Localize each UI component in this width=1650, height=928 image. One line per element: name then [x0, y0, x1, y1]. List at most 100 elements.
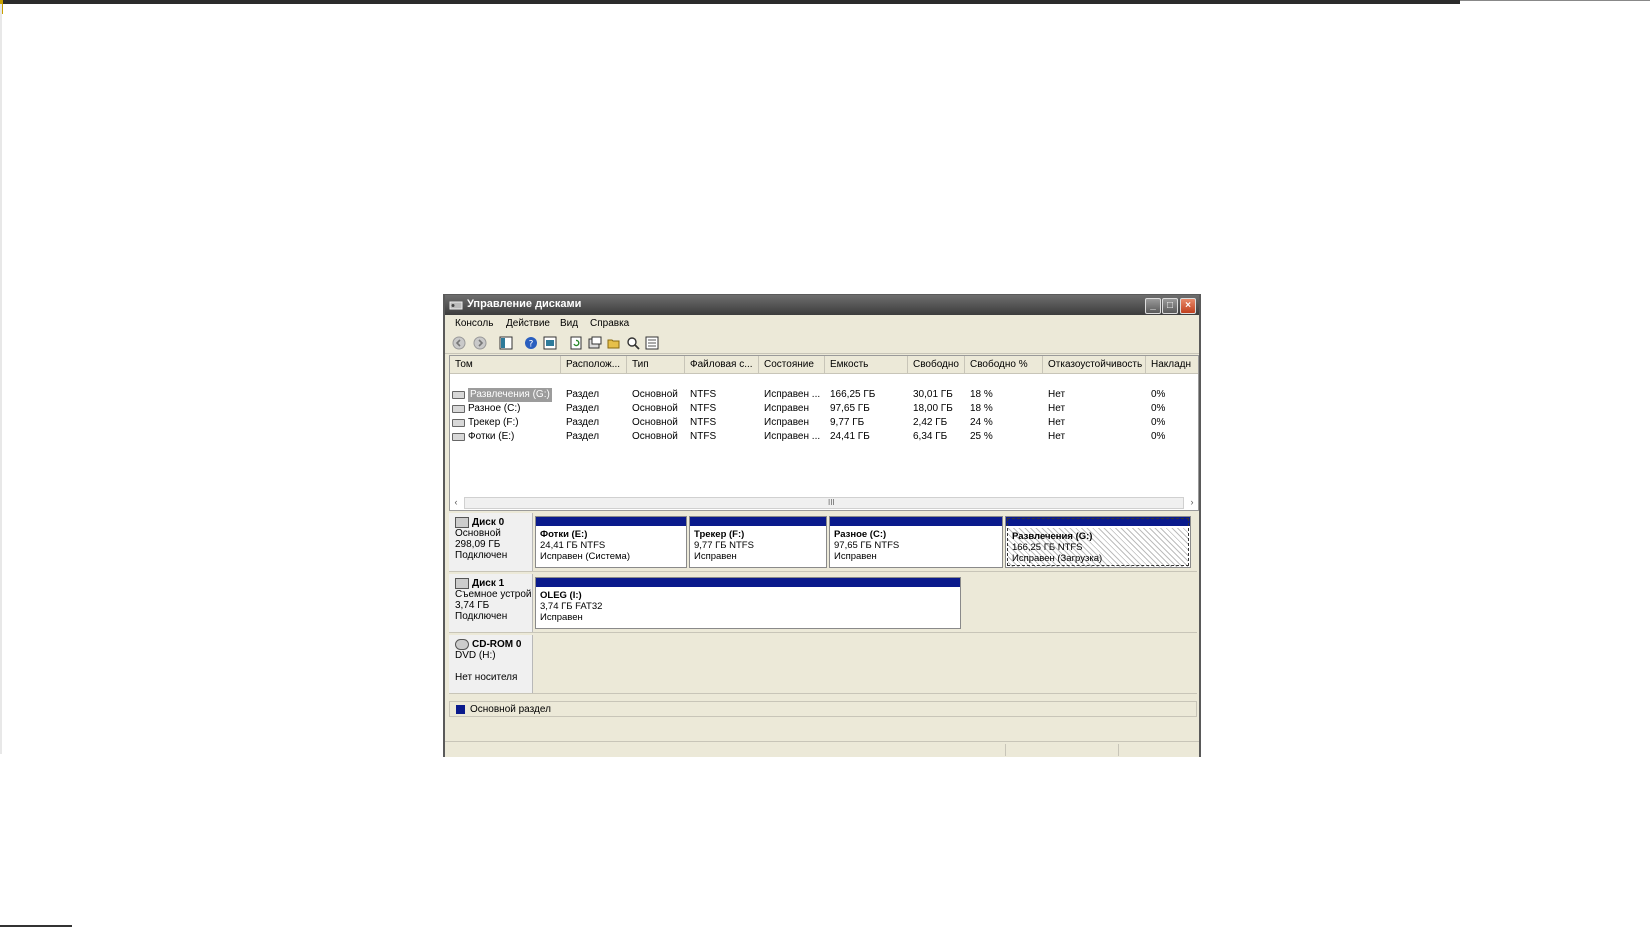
filesystem-cell: NTFS [690, 403, 717, 414]
refresh-icon[interactable] [569, 336, 583, 350]
partition-name: Разное (C:) [834, 529, 887, 540]
free-cell: 30,01 ГБ [913, 389, 953, 400]
capacity-cell: 24,41 ГБ [830, 431, 870, 442]
scroll-track[interactable]: III [464, 497, 1184, 509]
col-header-free-percent[interactable]: Свободно % [965, 356, 1043, 373]
disk-type: Съемное устрой [455, 589, 532, 600]
table-row[interactable]: Развлечения (G:) Раздел Основной NTFS Ис… [450, 388, 1198, 402]
overhead-cell: 0% [1151, 389, 1166, 400]
legend-primary-label: Основной раздел [470, 704, 551, 715]
partition-color-bar [536, 517, 686, 526]
layout-cell: Раздел [566, 417, 600, 428]
explore-icon[interactable] [626, 336, 640, 350]
overhead-cell: 0% [1151, 403, 1166, 414]
partition-name: Фотки (E:) [540, 529, 588, 540]
status-cell: Исправен ... [764, 431, 821, 442]
close-button[interactable]: × [1180, 298, 1196, 314]
scroll-right-icon[interactable]: › [1186, 496, 1198, 508]
scroll-grip[interactable]: III [828, 498, 835, 507]
disk-label[interactable]: Диск 1 Съемное устрой 3,74 ГБ Подключен [449, 574, 533, 632]
hard-disk-icon [455, 517, 469, 528]
status-cell: Исправен [764, 403, 810, 414]
disk-management-app-icon [449, 301, 463, 310]
free-percent-cell: 18 % [970, 403, 993, 414]
show-hide-tree-icon[interactable] [499, 336, 513, 350]
menu-console[interactable]: Консоль [455, 318, 493, 329]
type-cell: Основной [632, 389, 678, 400]
table-row[interactable]: Фотки (E:) Раздел Основной NTFS Исправен… [450, 430, 1198, 444]
drive-icon [452, 419, 465, 427]
partition-block[interactable]: Фотки (E:) 24,41 ГБ NTFS Исправен (Система… [535, 516, 687, 568]
minimize-button[interactable]: _ [1145, 298, 1161, 314]
disk-type: DVD (H:) [455, 650, 496, 661]
partition-block[interactable]: Развлечения (G:) 166,25 ГБ NTFS Исправен (… [1005, 516, 1191, 568]
col-header-filesystem[interactable]: Файловая с... [685, 356, 759, 373]
disk-management-window: Управление дисками _ □ × Консоль Действи… [443, 294, 1201, 757]
type-cell: Основной [632, 417, 678, 428]
table-row[interactable]: Разное (C:) Раздел Основной NTFS Исправе… [450, 402, 1198, 416]
title-bar[interactable]: Управление дисками _ □ × [445, 295, 1199, 315]
disk-state: Подключен [455, 550, 508, 561]
menu-action[interactable]: Действие [506, 318, 550, 329]
disk-state: Нет носителя [455, 672, 518, 683]
menu-bar: Консоль Действие Вид Справка [445, 315, 1199, 333]
col-header-fault-tolerance[interactable]: Отказоустойчивость [1043, 356, 1146, 373]
back-icon[interactable] [452, 336, 466, 350]
graphical-disk-view: Диск 0 Основной 298,09 ГБ Подключен Фотк… [449, 513, 1197, 697]
help-icon[interactable]: ? [524, 336, 538, 350]
open-icon[interactable] [607, 336, 621, 350]
disk-label[interactable]: CD-ROM 0 DVD (H:) Нет носителя [449, 635, 533, 693]
volume-name-cell: Разное (C:) [452, 402, 561, 416]
col-header-overhead[interactable]: Накладн [1146, 356, 1198, 373]
removable-disk-icon [455, 578, 469, 589]
volume-name: Развлечения (G:) [468, 388, 552, 402]
export-icon[interactable] [543, 336, 557, 350]
col-header-free[interactable]: Свободно [908, 356, 965, 373]
horizontal-scrollbar[interactable]: ‹ III › [450, 496, 1198, 509]
disk-label[interactable]: Диск 0 Основной 298,09 ГБ Подключен [449, 513, 533, 571]
col-header-volume[interactable]: Том [450, 356, 561, 373]
capacity-cell: 9,77 ГБ [830, 417, 865, 428]
status-cell: Исправен [764, 417, 810, 428]
filesystem-cell: NTFS [690, 417, 717, 428]
menu-view[interactable]: Вид [560, 318, 578, 329]
filesystem-cell: NTFS [690, 431, 717, 442]
fault-tolerance-cell: Нет [1048, 389, 1066, 400]
disk-row-1: Диск 1 Съемное устрой 3,74 ГБ Подключен … [449, 574, 1197, 633]
partition-block[interactable]: Разное (C:) 97,65 ГБ NTFS Исправен [829, 516, 1003, 568]
col-header-status[interactable]: Состояние [759, 356, 825, 373]
partition-size: 3,74 ГБ FAT32 [540, 601, 603, 612]
disk-name: Диск 1 [472, 578, 505, 589]
partition-block[interactable]: Трекер (F:) 9,77 ГБ NTFS Исправен [689, 516, 827, 568]
maximize-button[interactable]: □ [1162, 298, 1178, 314]
menu-help[interactable]: Справка [590, 318, 629, 329]
partition-status: Исправен [540, 612, 583, 623]
legend: Основной раздел [449, 701, 1197, 717]
disk-type: Основной [455, 528, 501, 539]
free-percent-cell: 18 % [970, 389, 993, 400]
scroll-left-icon[interactable]: ‹ [450, 496, 462, 508]
table-row[interactable]: Трекер (F:) Раздел Основной NTFS Исправе… [450, 416, 1198, 430]
col-header-type[interactable]: Тип [627, 356, 685, 373]
window-title: Управление дисками [467, 298, 582, 310]
status-cell: Исправен ... [764, 389, 821, 400]
overhead-cell: 0% [1151, 417, 1166, 428]
type-cell: Основной [632, 403, 678, 414]
capacity-cell: 97,65 ГБ [830, 403, 870, 414]
settings-icon[interactable] [645, 336, 659, 350]
fault-tolerance-cell: Нет [1048, 431, 1066, 442]
forward-icon[interactable] [473, 336, 487, 350]
col-header-layout[interactable]: Располож... [561, 356, 627, 373]
partition-color-bar [1006, 517, 1190, 526]
partition-status: Исправен [694, 551, 737, 562]
partition-status: Исправен [834, 551, 877, 562]
volume-name: Разное (C:) [468, 403, 521, 414]
free-cell: 18,00 ГБ [913, 403, 953, 414]
partition-block[interactable]: OLEG (I:) 3,74 ГБ FAT32 Исправен [535, 577, 961, 629]
partition-size: 24,41 ГБ NTFS [540, 540, 606, 551]
properties-icon[interactable] [588, 336, 602, 350]
col-header-capacity[interactable]: Емкость [825, 356, 908, 373]
fault-tolerance-cell: Нет [1048, 417, 1066, 428]
partition-name: OLEG (I:) [540, 590, 582, 601]
